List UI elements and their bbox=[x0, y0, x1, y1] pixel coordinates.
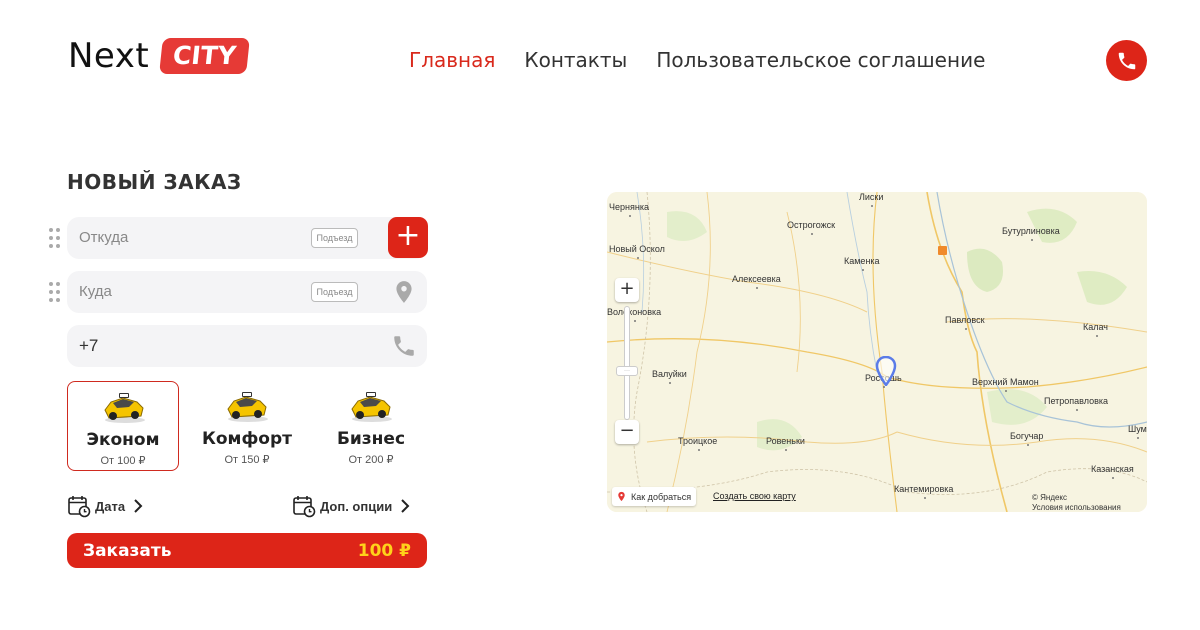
nav-user-agreement[interactable]: Пользовательское соглашение bbox=[656, 48, 985, 72]
tariff-comfort[interactable]: Комфорт От 150 ₽ bbox=[191, 381, 303, 471]
drag-handle-to[interactable] bbox=[48, 281, 62, 303]
calendar-clock-icon bbox=[68, 496, 91, 518]
map-town-label: Ровеньки bbox=[766, 436, 805, 451]
tariff-business[interactable]: Бизнес От 200 ₽ bbox=[315, 381, 427, 471]
nav-contacts[interactable]: Контакты bbox=[524, 48, 627, 72]
from-field[interactable]: Откуда Подъезд bbox=[67, 217, 427, 259]
map-town-label: Бутурлиновка bbox=[1002, 226, 1060, 241]
logo[interactable]: Next CITY bbox=[68, 36, 250, 76]
map-zoom-track[interactable] bbox=[624, 306, 630, 420]
map-town-label: Кантемировка bbox=[894, 484, 954, 499]
tariff-name: Бизнес bbox=[336, 429, 406, 449]
map-create-link[interactable]: Создать свою карту bbox=[713, 491, 796, 501]
to-field[interactable]: Куда Подъезд bbox=[67, 271, 427, 313]
date-label: Дата bbox=[95, 498, 126, 514]
map-town-label: Лиски bbox=[859, 192, 884, 207]
map-town-label: Каменка bbox=[844, 256, 880, 271]
tariff-econom[interactable]: Эконом От 100 ₽ bbox=[67, 381, 179, 471]
submit-order-price: 100 ₽ bbox=[357, 540, 411, 561]
map-town-label: Павловск bbox=[945, 315, 985, 330]
map-town-label: Алексеевка bbox=[732, 274, 781, 289]
map-zoom-out-button[interactable]: − bbox=[615, 420, 639, 444]
chevron-right-icon bbox=[134, 499, 143, 513]
map-zoom-control: + ··· − bbox=[615, 278, 639, 448]
taxi-car-icon bbox=[104, 393, 145, 423]
taxi-car-icon bbox=[351, 392, 392, 422]
chevron-right-icon bbox=[401, 499, 410, 513]
date-picker-button[interactable]: Дата bbox=[67, 494, 143, 518]
map[interactable]: Чернянка Лиски Острогожск Бутурлиновка Н… bbox=[607, 192, 1147, 512]
submit-order-label: Заказать bbox=[83, 540, 172, 561]
map-town-label: Казанская bbox=[1091, 464, 1134, 479]
map-town-label: Шум bbox=[1128, 424, 1147, 439]
phone-field[interactable]: +7 bbox=[67, 325, 427, 367]
extra-options-button[interactable]: Доп. опции bbox=[292, 494, 410, 518]
logo-badge: CITY bbox=[159, 38, 250, 74]
map-town-label: Калач bbox=[1083, 322, 1108, 337]
map-background bbox=[607, 192, 1147, 512]
tariff-name: Комфорт bbox=[201, 429, 293, 449]
tariff-price: От 100 ₽ bbox=[100, 455, 146, 467]
call-button[interactable] bbox=[1106, 40, 1147, 81]
map-marker-icon[interactable] bbox=[875, 356, 897, 386]
tariff-name: Эконом bbox=[86, 430, 160, 450]
map-copyright: © Яндекс Условия использования bbox=[1032, 493, 1121, 512]
tariff-selector: Эконом От 100 ₽ Комфорт От 150 ₽ Бизнес … bbox=[67, 381, 427, 471]
location-pin-icon bbox=[618, 491, 625, 502]
from-entrance-button[interactable]: Подъезд bbox=[311, 228, 358, 248]
map-route-button[interactable]: Как добраться bbox=[612, 487, 697, 506]
map-town-label: Новый Оскол bbox=[609, 244, 665, 259]
tariff-price: От 150 ₽ bbox=[224, 454, 270, 466]
submit-order-button[interactable]: Заказать 100 ₽ bbox=[67, 533, 427, 568]
tariff-price: От 200 ₽ bbox=[348, 454, 394, 466]
to-input[interactable]: Куда bbox=[79, 283, 112, 300]
map-town-label: Петропавловка bbox=[1044, 396, 1109, 411]
map-route-label: Как добраться bbox=[631, 491, 692, 502]
phone-icon bbox=[1118, 52, 1135, 69]
to-entrance-button[interactable]: Подъезд bbox=[311, 282, 358, 302]
location-pin-icon[interactable] bbox=[391, 279, 417, 305]
nav-home[interactable]: Главная bbox=[409, 48, 495, 72]
map-town-label: Троицкое bbox=[678, 436, 718, 451]
map-town-label: Валуйки bbox=[652, 369, 687, 384]
order-title: НОВЫЙ ЗАКАЗ bbox=[67, 170, 242, 194]
map-zoom-slider-handle[interactable]: ··· bbox=[616, 366, 638, 376]
from-input[interactable]: Откуда bbox=[79, 229, 128, 246]
map-town-label: Чернянка bbox=[609, 202, 649, 217]
map-terms-link[interactable]: Условия использования bbox=[1032, 503, 1121, 512]
taxi-car-icon bbox=[227, 392, 268, 422]
phone-input[interactable]: +7 bbox=[79, 336, 98, 356]
phone-icon bbox=[394, 336, 414, 356]
map-town-label: Верхний Мамон bbox=[972, 377, 1039, 392]
map-town-label: Острогожск bbox=[787, 220, 836, 235]
add-stop-button[interactable]: + bbox=[388, 217, 428, 258]
map-town-label: Богучар bbox=[1010, 431, 1044, 446]
drag-handle-from[interactable] bbox=[48, 227, 62, 249]
logo-text: Next bbox=[68, 36, 150, 76]
main-nav: Главная Контакты Пользовательское соглаш… bbox=[409, 48, 985, 72]
extra-options-label: Доп. опции bbox=[320, 498, 393, 514]
map-zoom-in-button[interactable]: + bbox=[615, 278, 639, 302]
map-copyright-text: © Яндекс bbox=[1032, 493, 1068, 502]
calendar-clock-icon bbox=[293, 496, 316, 518]
